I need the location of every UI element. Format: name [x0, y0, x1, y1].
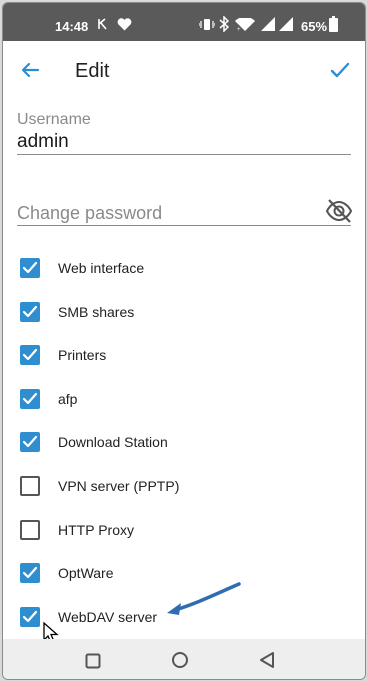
checkbox-checked[interactable]: [20, 388, 40, 409]
permission-row[interactable]: SMB shares: [3, 293, 365, 333]
username-field[interactable]: admin: [17, 131, 69, 153]
arrow-left-icon[interactable]: [15, 55, 45, 85]
battery-icon: [329, 16, 338, 35]
password-underline: [17, 225, 351, 226]
permission-label: OptWare: [58, 565, 114, 582]
permission-label: WebDAV server: [58, 608, 158, 625]
status-time: 14:48: [55, 19, 89, 34]
checkbox-checked[interactable]: [20, 345, 40, 366]
checkbox-checked[interactable]: [20, 258, 40, 278]
eye-off-icon[interactable]: [325, 197, 353, 225]
navigation-bar: [3, 639, 365, 679]
permission-label: VPN server (PPTP): [58, 478, 180, 494]
permission-row[interactable]: Web interface: [3, 249, 365, 289]
checkbox-checked[interactable]: [20, 563, 40, 584]
phone-screen: 14:48 + 65% Edit Username admin Change p…: [2, 2, 366, 680]
wifi-icon: +: [235, 16, 255, 35]
k-icon: [97, 18, 109, 33]
permission-row[interactable]: VPN server (PPTP): [3, 467, 365, 507]
permission-label: SMB shares: [58, 303, 135, 320]
battery-percent: 65%: [301, 19, 328, 34]
heart-icon: [117, 18, 132, 34]
permission-label: Printers: [58, 347, 107, 364]
password-field[interactable]: [17, 200, 317, 226]
checkbox-checked[interactable]: [20, 606, 40, 627]
username-label: Username: [17, 111, 91, 128]
bluetooth-icon: [219, 15, 230, 35]
permission-label: Download Station: [58, 434, 168, 451]
svg-text:+: +: [237, 27, 241, 32]
annotation-arrow: [167, 582, 241, 615]
checkbox-unchecked[interactable]: [20, 476, 40, 496]
check-icon[interactable]: [325, 55, 355, 85]
checkbox-checked[interactable]: [20, 301, 40, 322]
circle-icon[interactable]: [171, 651, 189, 674]
square-icon[interactable]: [85, 653, 101, 674]
username-underline: [17, 154, 351, 155]
page-title: Edit: [75, 60, 110, 82]
checkbox-checked[interactable]: [20, 432, 40, 453]
signal-icon: [261, 17, 275, 34]
checkbox-unchecked[interactable]: [20, 519, 40, 540]
permission-label: HTTP Proxy: [58, 521, 134, 538]
permission-label: afp: [58, 390, 78, 407]
permission-row[interactable]: Printers: [3, 336, 365, 376]
permission-row[interactable]: afp: [3, 380, 365, 420]
triangle-back-icon[interactable]: [259, 651, 275, 674]
status-bar: 14:48 + 65%: [3, 3, 365, 41]
app-bar: Edit: [3, 43, 365, 99]
signal-icon: [279, 17, 293, 34]
permission-label: Web interface: [58, 260, 145, 276]
permission-row[interactable]: HTTP Proxy: [3, 511, 365, 551]
permission-row[interactable]: Download Station: [3, 423, 365, 463]
vibrate-icon: [198, 18, 216, 34]
